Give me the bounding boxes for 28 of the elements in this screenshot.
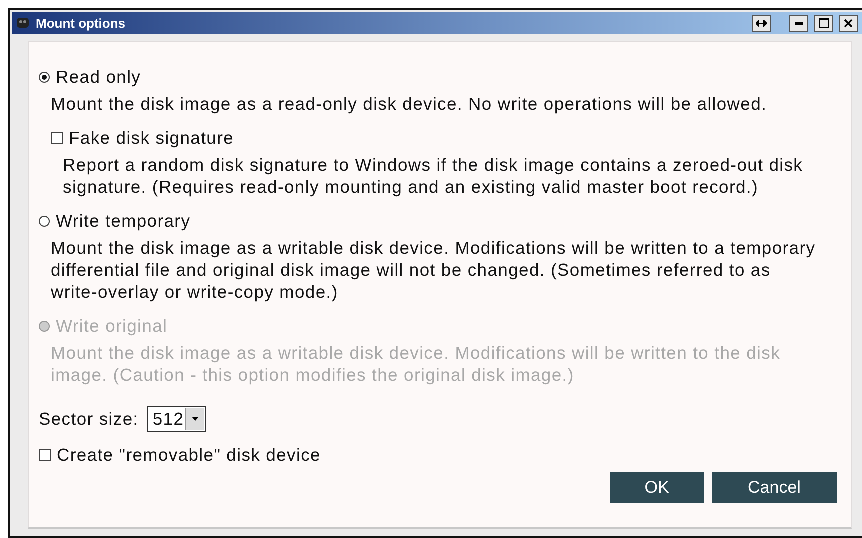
maximize-icon xyxy=(818,18,828,28)
dropdown-arrow-icon xyxy=(192,417,199,421)
option-description: Mount the disk image as a writable disk device. Modifications will be written to the disk image. (Caution - this option modifies the original disk image.) xyxy=(51,342,782,386)
resize-button[interactable] xyxy=(752,14,771,32)
double-arrow-icon xyxy=(756,20,767,26)
close-icon xyxy=(844,18,853,28)
option-description: Mount the disk image as a writable disk device. Modifications will be written to a temporary differential file and original disk image will not be changed. (Sometimes referred to as write-overlay or write-copy mode.) xyxy=(51,237,817,303)
minimize-icon xyxy=(794,22,802,24)
sector-size-dropdown[interactable]: 512 xyxy=(146,406,206,432)
checkbox[interactable] xyxy=(51,132,63,144)
cancel-button[interactable]: Cancel xyxy=(712,472,837,503)
app-icon xyxy=(16,16,30,30)
option-label: Read only xyxy=(56,66,142,88)
checkbox[interactable] xyxy=(39,449,51,461)
radio-button[interactable] xyxy=(39,216,50,226)
window-title: Mount options xyxy=(36,16,127,30)
radio-button[interactable] xyxy=(39,72,50,82)
option-description: Mount the disk image as a read-only disk device. No write operations will be allowed. xyxy=(51,93,768,115)
option-label: Write original xyxy=(56,316,168,336)
minimize-button[interactable] xyxy=(789,14,808,32)
option-description: Report a random disk signature to Windows if the disk image contains a zeroed-out disk signature. (Requires read-only mounting and an existing valid master boot record.) xyxy=(63,154,804,198)
sector-size-label: Sector size: xyxy=(39,408,139,430)
option-label: Write temporary xyxy=(56,210,191,232)
maximize-button[interactable] xyxy=(814,14,833,32)
option-label: Create "removable" disk device xyxy=(57,444,321,466)
close-button[interactable] xyxy=(839,14,858,32)
option-label: Fake disk signature xyxy=(69,128,234,148)
ok-button[interactable]: OK xyxy=(610,472,704,503)
